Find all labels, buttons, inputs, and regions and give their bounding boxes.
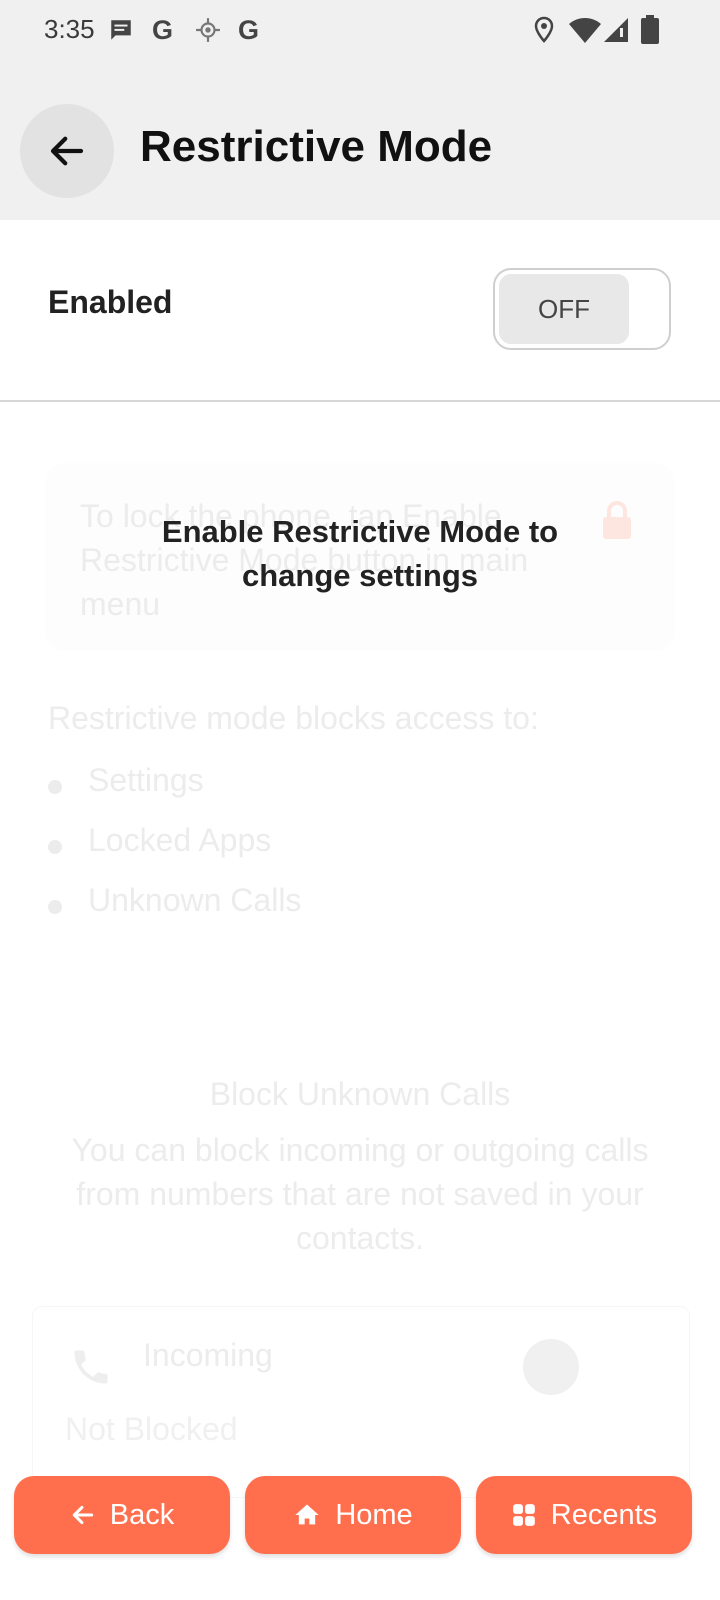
app-bar: Restrictive Mode <box>0 62 720 220</box>
incoming-label: Incoming <box>143 1337 273 1373</box>
arrow-left-icon <box>50 136 84 166</box>
home-icon <box>295 1504 319 1525</box>
arrow-left-icon <box>72 1505 93 1525</box>
incoming-toggle[interactable] <box>523 1337 643 1397</box>
nav-home-label: Home <box>335 1498 413 1531</box>
page-title: Restrictive Mode <box>140 122 493 171</box>
list-item-label: Unknown Calls <box>88 882 302 918</box>
enabled-label: Enabled <box>48 284 173 320</box>
google-icon: G <box>152 14 174 45</box>
list-item-label: Locked Apps <box>88 822 272 858</box>
message-icon <box>108 14 134 46</box>
overlay-message: Enable Restrictive Mode to change settin… <box>161 514 559 593</box>
signal-icon <box>602 14 632 46</box>
blocks-heading: Restrictive mode blocks access to: <box>48 700 539 736</box>
grid-icon <box>512 1504 535 1526</box>
back-button[interactable] <box>20 104 114 198</box>
bottom-nav: Back Home Recents <box>0 1470 720 1600</box>
incoming-status: Not Blocked <box>65 1411 238 1447</box>
nav-back-label: Back <box>109 1498 175 1531</box>
bullet-dot <box>48 780 62 794</box>
block-unknown-description: You can block incoming or outgoing calls… <box>71 1132 649 1256</box>
toggle-knob <box>523 1339 579 1395</box>
nav-recents-button[interactable]: Recents <box>476 1476 692 1554</box>
google-icon: G <box>238 14 260 45</box>
bullet-dot <box>48 840 62 854</box>
block-unknown-title: Block Unknown Calls <box>209 1076 511 1112</box>
enabled-row: Enabled OFF <box>0 220 720 402</box>
nav-recents-label: Recents <box>550 1498 658 1531</box>
nav-back-button[interactable]: Back <box>14 1476 230 1554</box>
nav-home-button[interactable]: Home <box>245 1476 461 1554</box>
phone-icon <box>74 1350 108 1384</box>
bullet-dot <box>48 900 62 914</box>
wifi-icon <box>568 14 602 46</box>
list-item-label: Settings <box>88 762 204 798</box>
status-time: 3:35 <box>44 14 95 44</box>
battery-icon <box>640 14 660 46</box>
status-bar: 3:35 G G <box>0 0 720 62</box>
location-pin-icon <box>532 14 556 46</box>
enabled-toggle[interactable]: OFF <box>493 268 671 350</box>
toggle-state-label: OFF <box>499 274 629 344</box>
location-target-icon <box>195 14 221 46</box>
